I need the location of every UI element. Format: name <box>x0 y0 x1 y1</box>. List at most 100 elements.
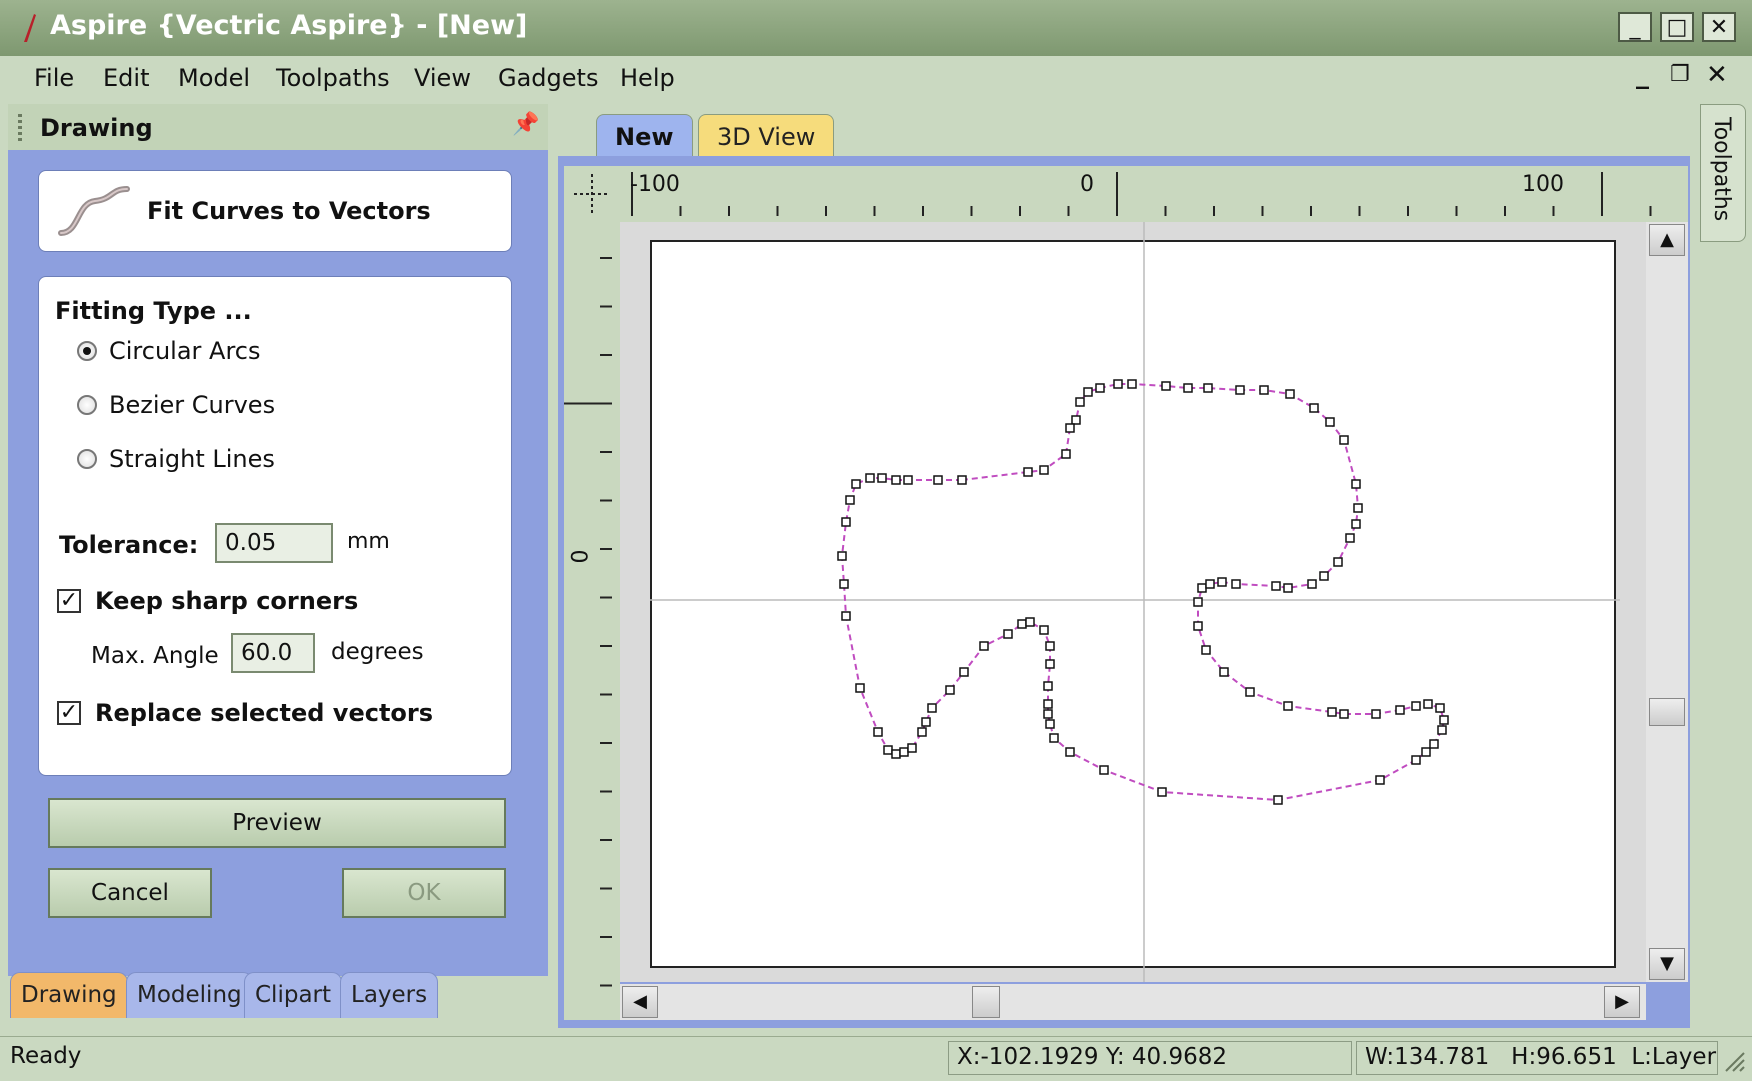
vector-node[interactable] <box>927 703 937 713</box>
vector-node[interactable] <box>1283 583 1293 593</box>
vector-node[interactable] <box>1219 667 1229 677</box>
menu-view[interactable]: View <box>414 64 471 92</box>
vector-nodes[interactable] <box>837 379 1449 805</box>
minimize-button[interactable]: _ <box>1618 12 1652 42</box>
vector-node[interactable] <box>917 727 927 737</box>
preview-button[interactable]: Preview <box>48 798 506 848</box>
vector-node[interactable] <box>1161 381 1171 391</box>
vector-node[interactable] <box>1201 645 1211 655</box>
vector-node[interactable] <box>855 683 865 693</box>
vector-node[interactable] <box>1271 581 1281 591</box>
vector-node[interactable] <box>1231 579 1241 589</box>
vector-node[interactable] <box>933 475 943 485</box>
vector-node[interactable] <box>851 479 861 489</box>
tab-new[interactable]: New <box>596 114 693 160</box>
vector-node[interactable] <box>891 749 901 759</box>
radio-straight-lines[interactable] <box>77 449 97 469</box>
vertical-scrollbar[interactable]: ▲ ▼ <box>1646 222 1688 982</box>
toolpaths-side-tab[interactable]: Toolpaths <box>1700 104 1746 242</box>
vector-node[interactable] <box>1235 385 1245 395</box>
vector-node[interactable] <box>1045 659 1055 669</box>
vector-node[interactable] <box>903 475 913 485</box>
vector-node[interactable] <box>1043 709 1053 719</box>
menu-model[interactable]: Model <box>178 64 250 92</box>
scroll-down-icon[interactable]: ▼ <box>1649 948 1685 980</box>
vector-node[interactable] <box>1421 747 1431 757</box>
vector-node[interactable] <box>1157 787 1167 797</box>
mdi-minimize-icon[interactable]: _ <box>1636 60 1649 90</box>
vector-node[interactable] <box>921 717 931 727</box>
vector-node[interactable] <box>1339 435 1349 445</box>
grip-handle[interactable] <box>18 114 22 142</box>
vector-node[interactable] <box>1259 385 1269 395</box>
vector-drawing[interactable] <box>620 222 1646 982</box>
mdi-restore-icon[interactable]: ❐ <box>1670 62 1690 87</box>
vector-node[interactable] <box>1083 387 1093 397</box>
menu-gadgets[interactable]: Gadgets <box>498 64 598 92</box>
tab-clipart[interactable]: Clipart <box>244 972 343 1018</box>
vector-node[interactable] <box>841 611 851 621</box>
scroll-right-icon[interactable]: ▶ <box>1604 986 1640 1018</box>
vector-node[interactable] <box>1113 379 1123 389</box>
tab-drawing[interactable]: Drawing <box>10 972 128 1018</box>
maximize-button[interactable]: □ <box>1660 12 1694 42</box>
scroll-left-icon[interactable]: ◀ <box>622 986 658 1018</box>
vector-node[interactable] <box>1039 465 1049 475</box>
vector-node[interactable] <box>1217 577 1227 587</box>
close-button[interactable]: ✕ <box>1702 12 1736 42</box>
ruler-origin-icon[interactable] <box>572 172 612 216</box>
radio-bezier-curves[interactable] <box>77 395 97 415</box>
keep-sharp-checkbox[interactable]: ✓ <box>57 589 81 613</box>
menu-edit[interactable]: Edit <box>103 64 149 92</box>
vector-node[interactable] <box>899 747 909 757</box>
vector-node[interactable] <box>1309 403 1319 413</box>
radio-circular-arcs[interactable] <box>77 341 97 361</box>
vector-node[interactable] <box>1375 775 1385 785</box>
menu-file[interactable]: File <box>34 64 74 92</box>
vector-node[interactable] <box>1205 579 1215 589</box>
vector-node[interactable] <box>979 641 989 651</box>
vector-node[interactable] <box>1099 765 1109 775</box>
tab-modeling[interactable]: Modeling <box>126 972 253 1018</box>
mdi-close-icon[interactable]: ✕ <box>1706 60 1728 90</box>
vector-node[interactable] <box>1023 467 1033 477</box>
vector-node[interactable] <box>1197 583 1207 593</box>
vector-node[interactable] <box>1045 719 1055 729</box>
scroll-up-icon[interactable]: ▲ <box>1649 224 1685 256</box>
selected-vector-path[interactable] <box>840 383 1446 802</box>
vector-node[interactable] <box>957 475 967 485</box>
vector-node[interactable] <box>1285 389 1295 399</box>
vector-node[interactable] <box>1065 423 1075 433</box>
vector-node[interactable] <box>1327 707 1337 717</box>
vector-node[interactable] <box>839 579 849 589</box>
vector-node[interactable] <box>891 475 901 485</box>
vector-node[interactable] <box>1193 597 1203 607</box>
tab-layers[interactable]: Layers <box>340 972 439 1018</box>
vector-node[interactable] <box>1395 705 1405 715</box>
menu-help[interactable]: Help <box>620 64 675 92</box>
horizontal-scroll-thumb[interactable] <box>972 986 1000 1018</box>
vector-node[interactable] <box>1043 699 1053 709</box>
vector-node[interactable] <box>1203 383 1213 393</box>
vector-node[interactable] <box>1025 617 1035 627</box>
vector-node[interactable] <box>1017 619 1027 629</box>
vector-node[interactable] <box>1283 701 1293 711</box>
vector-node[interactable] <box>1183 383 1193 393</box>
vector-node[interactable] <box>877 473 887 483</box>
vector-node[interactable] <box>837 551 847 561</box>
vector-node[interactable] <box>841 517 851 527</box>
vector-node[interactable] <box>1049 733 1059 743</box>
vector-node[interactable] <box>1003 629 1013 639</box>
tab-3d-view[interactable]: 3D View <box>698 114 835 160</box>
vector-node[interactable] <box>1439 715 1449 725</box>
ok-button[interactable]: OK <box>342 868 506 918</box>
vector-node[interactable] <box>1075 397 1085 407</box>
menu-toolpaths[interactable]: Toolpaths <box>276 64 390 92</box>
vector-node[interactable] <box>1071 415 1081 425</box>
vector-node[interactable] <box>1307 579 1317 589</box>
vector-node[interactable] <box>1043 681 1053 691</box>
replace-vectors-checkbox[interactable]: ✓ <box>57 701 81 725</box>
pin-icon[interactable]: 📌 <box>512 112 539 137</box>
horizontal-scrollbar[interactable]: ◀ ▶ <box>620 984 1646 1020</box>
vector-node[interactable] <box>959 667 969 677</box>
